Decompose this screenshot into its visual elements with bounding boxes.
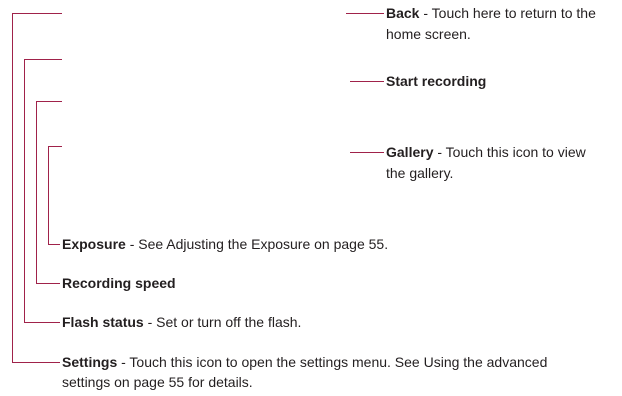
recording-speed-callout: Recording speed [62,273,176,293]
gallery-desc: - Touch this icon to view [433,144,586,160]
settings-callout: Settings - Touch this icon to open the s… [62,352,547,372]
settings-desc: - Touch this icon to open the settings m… [117,354,548,370]
exposure-leader-bottom [48,244,60,245]
exposure-label: Exposure [62,236,126,252]
speed-leader-bottom [36,283,60,284]
gallery-leader [350,152,384,153]
exposure-desc: - See Adjusting the Exposure on page 55. [125,236,389,252]
start-recording-callout: Start recording [386,71,486,91]
back-callout-line2: home screen. [386,24,471,44]
back-label: Back [386,5,420,21]
recording-speed-label: Recording speed [62,275,176,291]
flash-leader-vertical [24,59,25,322]
gallery-label: Gallery [386,144,434,160]
back-leader [346,13,384,14]
settings-label: Settings [62,354,118,370]
gallery-callout: Gallery - Touch this icon to view [386,142,586,162]
flash-leader-bottom [24,322,60,323]
exposure-leader-top [48,146,62,147]
settings-leader-bottom [12,362,60,363]
settings-desc-2: settings on page 55 for details. [62,374,253,390]
exposure-leader-vertical [48,146,49,245]
flash-status-label: Flash status [62,314,144,330]
settings-leader-vertical [12,13,13,363]
back-desc: - Touch here to return to the [419,5,596,21]
exposure-callout: Exposure - See Adjusting the Exposure on… [62,234,388,254]
back-desc-2: home screen. [386,26,471,42]
settings-callout-line2: settings on page 55 for details. [62,372,253,392]
back-callout: Back - Touch here to return to the [386,3,596,23]
flash-status-callout: Flash status - Set or turn off the flash… [62,312,301,332]
gallery-callout-line2: the gallery. [386,163,453,183]
speed-leader-vertical [36,101,37,284]
start-recording-leader [350,81,384,82]
settings-leader-top [12,13,62,14]
gallery-desc-2: the gallery. [386,165,454,181]
flash-status-desc: - Set or turn off the flash. [143,314,302,330]
flash-leader-top [24,59,62,60]
start-recording-label: Start recording [386,73,487,89]
speed-leader-top [36,101,62,102]
